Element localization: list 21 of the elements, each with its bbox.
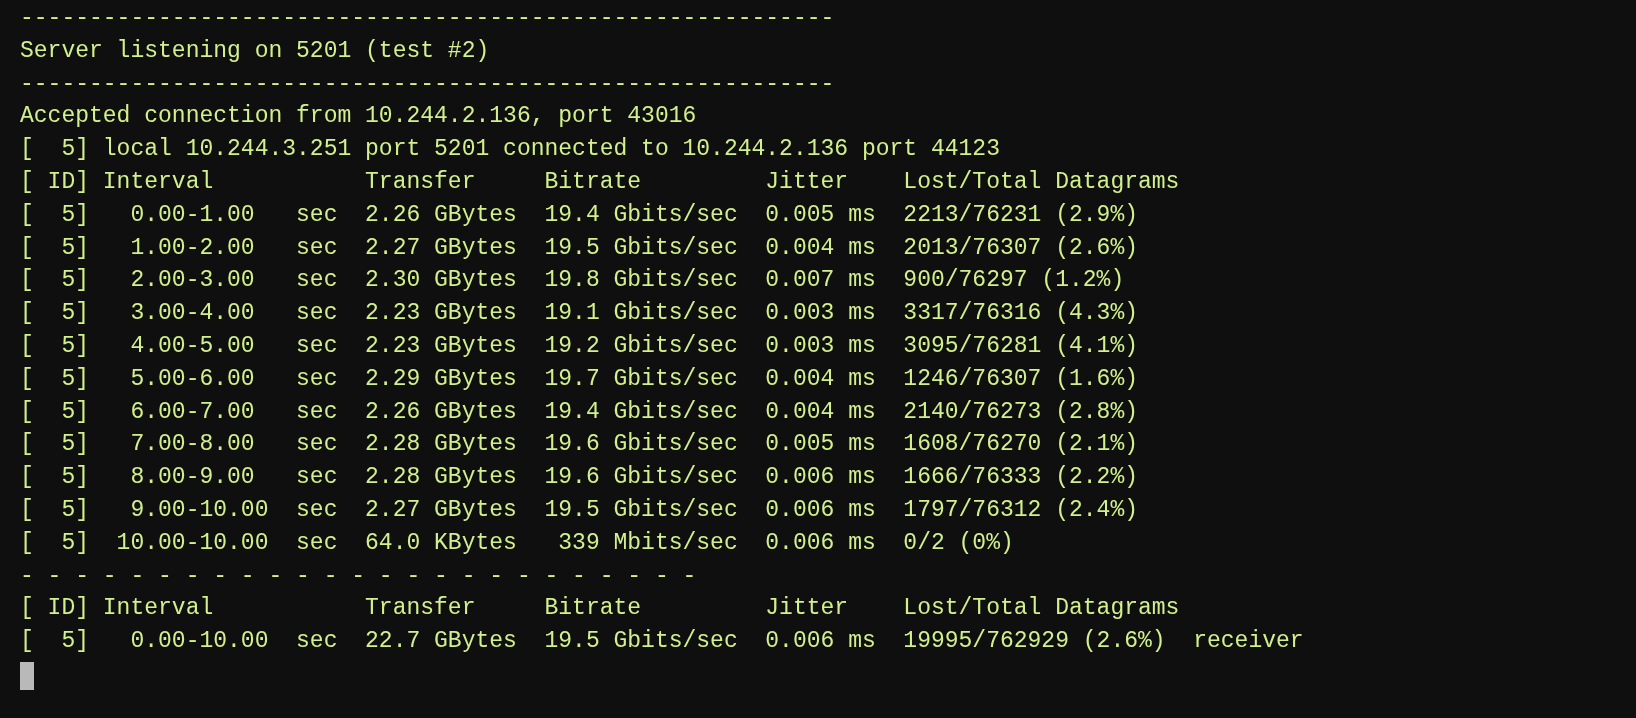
terminal-line: [ 5] 8.00-9.00 sec 2.28 GBytes 19.6 Gbits/sec 0.006 ms 1666/76333 (2.2%) (20, 463, 1138, 493)
terminal-line: ----------------------------------------------------------- (20, 4, 835, 33)
terminal-line: [ 5] 1.00-2.00 sec 2.27 GBytes 19.5 Gbits/sec 0.004 ms 2013/76307 (2.6%) (20, 233, 1138, 263)
terminal-line: [ 5] 5.00-6.00 sec 2.29 GBytes 19.7 Gbits/sec 0.004 ms 1246/76307 (1.6%) (20, 364, 1138, 394)
terminal-line: [ 5] 7.00-8.00 sec 2.28 GBytes 19.6 Gbits/sec 0.005 ms 1608/76270 (2.1%) (20, 430, 1138, 460)
terminal-line: [ 5] 6.00-7.00 sec 2.26 GBytes 19.4 Gbits/sec 0.004 ms 2140/76273 (2.8%) (20, 397, 1138, 427)
terminal-line: - - - - - - - - - - - - - - - - - - - - - - - - - (20, 561, 697, 591)
terminal-line: [ 5] 9.00-10.00 sec 2.27 GBytes 19.5 Gbits/sec 0.006 ms 1797/76312 (2.4%) (20, 495, 1138, 525)
terminal-line: ----------------------------------------------------------- (20, 69, 835, 99)
terminal-line: [ 5] 0.00-1.00 sec 2.26 GBytes 19.4 Gbits/sec 0.005 ms 2213/76231 (2.9%) (20, 200, 1138, 230)
terminal-line: [ ID] Interval Transfer Bitrate Jitter Lost/Total Datagrams (20, 594, 1180, 624)
terminal-line: [ 5] 2.00-3.00 sec 2.30 GBytes 19.8 Gbits/sec 0.007 ms 900/76297 (1.2%) (20, 266, 1125, 296)
terminal-cursor (20, 661, 34, 690)
terminal-line: [ 5] 4.00-5.00 sec 2.23 GBytes 19.2 Gbits/sec 0.003 ms 3095/76281 (4.1%) (20, 331, 1138, 361)
terminal-line: [ 5] 3.00-4.00 sec 2.23 GBytes 19.1 Gbits/sec 0.003 ms 3317/76316 (4.3%) (20, 299, 1138, 329)
terminal-line: [ 5] local 10.244.3.251 port 5201 connected to 10.244.2.136 port 44123 (20, 135, 1000, 165)
terminal-line: [ 5] 0.00-10.00 sec 22.7 GBytes 19.5 Gbits/sec 0.006 ms 19995/762929 (2.6%) receiver (20, 627, 1304, 657)
terminal-line: Accepted connection from 10.244.2.136, port 43016 (20, 102, 697, 132)
terminal-line: [ ID] Interval Transfer Bitrate Jitter Lost/Total Datagrams (20, 168, 1180, 197)
terminal-line: Server listening on 5201 (test #2) (20, 36, 490, 66)
terminal-line: [ 5] 10.00-10.00 sec 64.0 KBytes 339 Mbits/sec 0.006 ms 0/2 (0%) (20, 528, 1014, 558)
